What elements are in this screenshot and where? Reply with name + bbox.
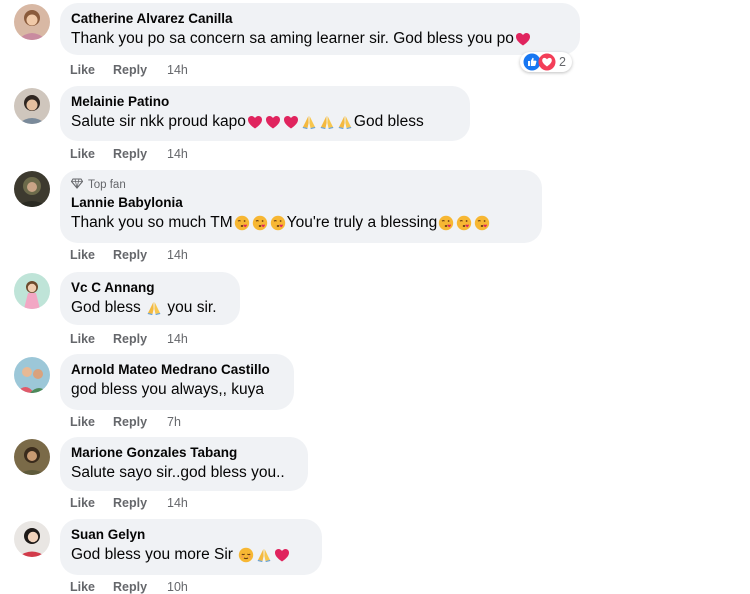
commenter-name[interactable]: Marione Gonzales Tabang <box>71 444 296 462</box>
heart-emoji-icon <box>283 114 299 130</box>
heart-emoji-icon <box>247 114 263 130</box>
comment-text: God bless you sir. <box>71 297 228 319</box>
comment-text: Salute sir nkk proud kapo God bless <box>71 111 458 133</box>
comment-actions: Like Reply 14h <box>70 147 188 161</box>
comment-text-content: Thank you po sa concern sa aming learner… <box>71 30 514 47</box>
comment-actions: Like Reply 10h <box>70 580 188 594</box>
comment-bubble: Suan Gelyn God bless you more Sir <box>60 519 322 575</box>
comment-text-segment: God bless <box>71 299 146 316</box>
reply-button[interactable]: Reply <box>113 496 167 510</box>
love-reaction-icon <box>538 53 556 71</box>
comment-text-segment: Salute sir nkk proud kapo <box>71 113 246 130</box>
comment-timestamp[interactable]: 14h <box>167 147 188 161</box>
heart-emoji-icon <box>265 114 281 130</box>
comment-actions: Like Reply 14h <box>70 332 188 346</box>
praying-hands-emoji-icon <box>256 547 272 563</box>
like-button[interactable]: Like <box>70 63 113 77</box>
praying-hands-emoji-icon <box>319 114 335 130</box>
comment-text-content: god bless you always,, kuya <box>71 381 264 398</box>
reply-button[interactable]: Reply <box>113 415 167 429</box>
comment-bubble: Catherine Alvarez Canilla Thank you po s… <box>60 3 580 55</box>
comment-text: God bless you more Sir <box>71 544 310 566</box>
avatar[interactable] <box>14 273 50 309</box>
heart-emoji-icon <box>274 547 290 563</box>
face-blowing-kiss-emoji-icon <box>252 215 268 231</box>
comment-bubble: Arnold Mateo Medrano Castillo god bless … <box>60 354 294 410</box>
like-button[interactable]: Like <box>70 147 113 161</box>
comment-timestamp[interactable]: 14h <box>167 63 188 77</box>
diamond-icon <box>70 178 84 192</box>
comment-text-segment: you sir. <box>163 299 217 316</box>
face-blowing-kiss-emoji-icon <box>270 215 286 231</box>
comment-actions: Like Reply 14h <box>70 248 188 262</box>
avatar[interactable] <box>14 521 50 557</box>
comment-bubble: Melainie Patino Salute sir nkk proud kap… <box>60 86 470 141</box>
like-button[interactable]: Like <box>70 332 113 346</box>
commenter-name[interactable]: Catherine Alvarez Canilla <box>71 10 568 28</box>
comment-text: Thank you so much TM You're truly a bles… <box>71 212 530 234</box>
commenter-name[interactable]: Suan Gelyn <box>71 526 310 544</box>
avatar[interactable] <box>14 171 50 207</box>
comment-text-segment: Thank you so much TM <box>71 214 233 231</box>
commenter-name[interactable]: Melainie Patino <box>71 93 458 111</box>
comment-timestamp[interactable]: 14h <box>167 248 188 262</box>
reply-button[interactable]: Reply <box>113 580 167 594</box>
face-blowing-kiss-emoji-icon <box>474 215 490 231</box>
reaction-count: 2 <box>559 55 566 69</box>
comment-text: Thank you po sa concern sa aming learner… <box>71 28 568 50</box>
reply-button[interactable]: Reply <box>113 332 167 346</box>
commenter-name[interactable]: Arnold Mateo Medrano Castillo <box>71 361 282 379</box>
top-fan-label: Top fan <box>88 179 126 191</box>
comment-text: Salute sayo sir..god bless you.. <box>71 462 296 484</box>
avatar[interactable] <box>14 88 50 124</box>
praying-hands-emoji-icon <box>337 114 353 130</box>
comment-text-content: Salute sayo sir..god bless you.. <box>71 464 285 481</box>
comment-text-segment: God bless <box>353 113 424 130</box>
comment-timestamp[interactable]: 14h <box>167 332 188 346</box>
face-blowing-kiss-emoji-icon <box>438 215 454 231</box>
reply-button[interactable]: Reply <box>113 147 167 161</box>
comment-timestamp[interactable]: 7h <box>167 415 181 429</box>
comment-bubble: Marione Gonzales Tabang Salute sayo sir.… <box>60 437 308 491</box>
comment-bubble: Vc C Annang God bless you sir. <box>60 272 240 325</box>
top-fan-badge: Top fan <box>70 178 530 192</box>
comment-text-segment: You're truly a blessing <box>286 214 438 231</box>
like-button[interactable]: Like <box>70 248 113 262</box>
commenter-name[interactable]: Vc C Annang <box>71 279 228 297</box>
avatar[interactable] <box>14 357 50 393</box>
avatar[interactable] <box>14 439 50 475</box>
face-blowing-kiss-emoji-icon <box>234 215 250 231</box>
comment-timestamp[interactable]: 14h <box>167 496 188 510</box>
reply-button[interactable]: Reply <box>113 63 167 77</box>
commenter-name[interactable]: Lannie Babylonia <box>71 194 530 212</box>
relieved-face-emoji-icon <box>238 547 254 563</box>
reactions-summary[interactable]: 2 <box>520 52 572 72</box>
heart-emoji-icon <box>515 31 531 47</box>
comment-actions: Like Reply 14h <box>70 496 188 510</box>
comment-actions: Like Reply 14h <box>70 63 188 77</box>
comment-timestamp[interactable]: 10h <box>167 580 188 594</box>
comment-text-content: God bless you more Sir <box>71 546 233 563</box>
comment-text: god bless you always,, kuya <box>71 379 282 401</box>
avatar[interactable] <box>14 4 50 40</box>
face-blowing-kiss-emoji-icon <box>456 215 472 231</box>
comment-bubble: Top fan Lannie Babylonia Thank you so mu… <box>60 170 542 243</box>
praying-hands-emoji-icon <box>146 300 162 316</box>
comment-actions: Like Reply 7h <box>70 415 181 429</box>
reply-button[interactable]: Reply <box>113 248 167 262</box>
like-button[interactable]: Like <box>70 496 113 510</box>
like-button[interactable]: Like <box>70 415 113 429</box>
like-button[interactable]: Like <box>70 580 113 594</box>
praying-hands-emoji-icon <box>301 114 317 130</box>
